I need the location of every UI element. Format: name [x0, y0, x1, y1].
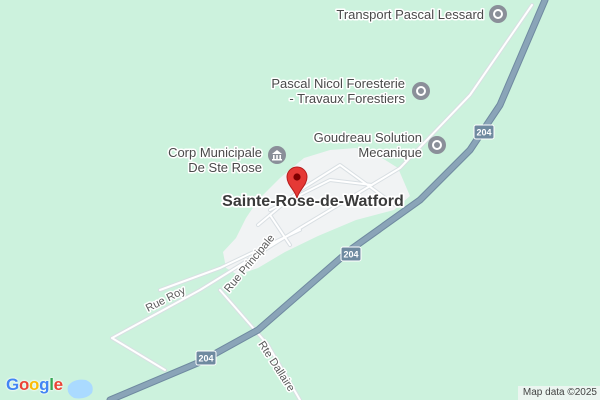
- poi-label: Transport Pascal Lessard: [336, 7, 484, 22]
- logo-letter: g: [39, 375, 50, 394]
- map-canvas[interactable]: 204 204 204 Rue Roy Rue Principale Rte D…: [0, 0, 600, 400]
- logo-letter: G: [6, 375, 19, 394]
- poi-label-line-1: Goudreau Solution: [314, 130, 422, 145]
- business-pin-icon: [489, 5, 507, 23]
- poi-label-line-1: Corp Municipale: [168, 145, 262, 160]
- google-logo: Google: [6, 375, 63, 395]
- logo-letter: e: [53, 375, 63, 394]
- route-shield-2: 204: [340, 246, 362, 262]
- business-pin-icon: [412, 82, 430, 100]
- city-hall-pin-icon: [268, 146, 286, 164]
- logo-letter: o: [18, 375, 30, 394]
- route-shield-1-text: 204: [476, 128, 491, 138]
- poi-label-line-2: Mecanique: [358, 145, 422, 160]
- place-label: Sainte-Rose-de-Watford: [222, 193, 404, 210]
- poi-label-line-2: De Ste Rose: [188, 160, 262, 175]
- map-base-layer: 204 204 204 Rue Roy Rue Principale Rte D…: [0, 0, 600, 400]
- business-pin-icon: [428, 136, 446, 154]
- route-shield-2-text: 204: [343, 250, 358, 260]
- map-attribution[interactable]: Map data ©2025: [517, 386, 600, 400]
- route-shield-1: 204: [473, 124, 495, 140]
- poi-label-line-2: - Travaux Forestiers: [289, 91, 405, 106]
- poi-label-line-1: Pascal Nicol Foresterie: [271, 76, 405, 91]
- logo-letter: o: [29, 375, 40, 394]
- route-shield-3-text: 204: [198, 354, 213, 364]
- route-shield-3: 204: [195, 350, 217, 366]
- poi-transport-pascal-lessard[interactable]: Transport Pascal Lessard: [335, 5, 507, 24]
